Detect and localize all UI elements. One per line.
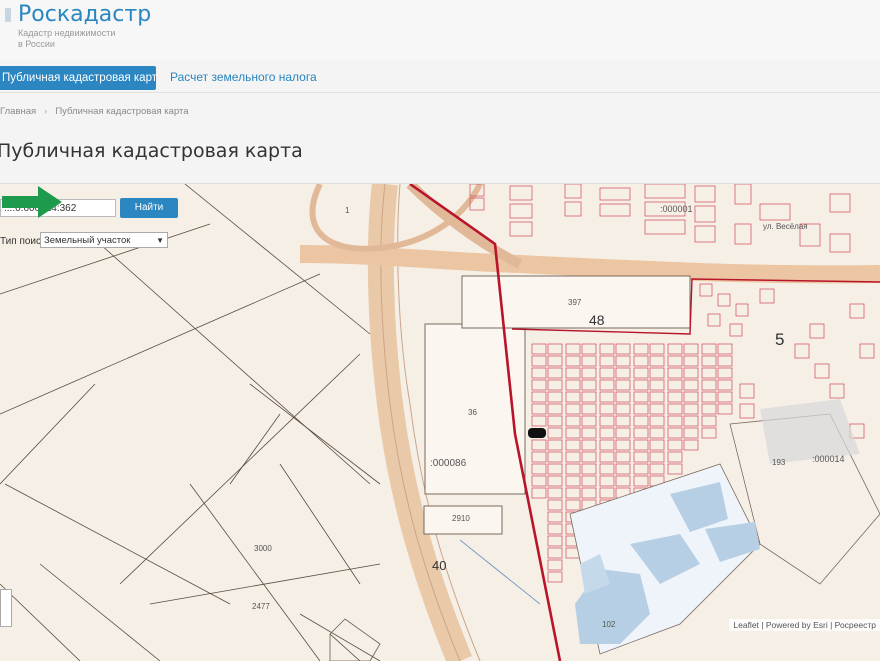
page-title: Публичная кадастровая карта bbox=[0, 140, 303, 162]
block-label-48: 48 bbox=[589, 312, 605, 328]
breadcrumb-separator-icon: › bbox=[44, 106, 48, 117]
tab-cadastral-map[interactable]: Публичная кадастровая карта bbox=[0, 66, 156, 90]
brand-tagline-1: Кадастр недвижимости bbox=[18, 28, 116, 38]
block-label-5: 5 bbox=[775, 330, 785, 349]
map-side-control[interactable] bbox=[0, 589, 12, 627]
breadcrumb: Главная › Публичная кадастровая карта bbox=[0, 106, 189, 117]
parcel-label-1: 1 bbox=[345, 206, 350, 215]
quarter-label-000086: :000086 bbox=[430, 458, 467, 469]
search-type-value: Земельный участок bbox=[44, 235, 131, 246]
quarter-label-000014: :000014 bbox=[812, 454, 845, 464]
target-marker[interactable] bbox=[528, 428, 546, 438]
parcel-label-2477: 2477 bbox=[252, 602, 270, 611]
street-label: ул. Весёлая bbox=[763, 222, 808, 231]
tab-land-tax[interactable]: Расчет земельного налога bbox=[170, 70, 317, 84]
parcel-label-193: 193 bbox=[772, 458, 786, 467]
site-header: Роскадастр Кадастр недвижимости в России bbox=[0, 0, 880, 60]
map-attribution: Leaflet | Powered by Esri | Росреестр bbox=[729, 619, 880, 631]
parcel-label-3000: 3000 bbox=[254, 544, 272, 553]
brand-name: Роскадастр bbox=[18, 2, 152, 27]
main-nav: Публичная кадастровая карта Расчет земел… bbox=[0, 66, 880, 93]
lower-right-area bbox=[569, 399, 880, 655]
chevron-down-icon: ▼ bbox=[156, 236, 164, 245]
breadcrumb-home[interactable]: Главная bbox=[0, 106, 36, 117]
cadastral-map[interactable]: ...:0:000014:362 Найти Тип поиска: Земел… bbox=[0, 183, 880, 661]
breadcrumb-current: Публичная кадастровая карта bbox=[55, 106, 189, 117]
block-label-40: 40 bbox=[432, 558, 447, 573]
search-type-select[interactable]: Земельный участок ▼ bbox=[40, 232, 168, 248]
parcel-label-2910: 2910 bbox=[452, 514, 470, 523]
parcel-label-102: 102 bbox=[602, 620, 616, 629]
parcel-label-36: 36 bbox=[468, 408, 477, 417]
find-button[interactable]: Найти bbox=[120, 198, 178, 218]
parcel-label-397: 397 bbox=[568, 298, 582, 307]
brand-tagline-2: в России bbox=[18, 39, 55, 49]
quarter-label-000001: :000001 bbox=[660, 204, 693, 214]
emblem-icon bbox=[5, 8, 11, 22]
brand-logo[interactable]: Роскадастр Кадастр недвижимости в России bbox=[5, 2, 152, 49]
map-canvas[interactable] bbox=[0, 184, 880, 661]
green-arrow-icon bbox=[2, 186, 62, 218]
